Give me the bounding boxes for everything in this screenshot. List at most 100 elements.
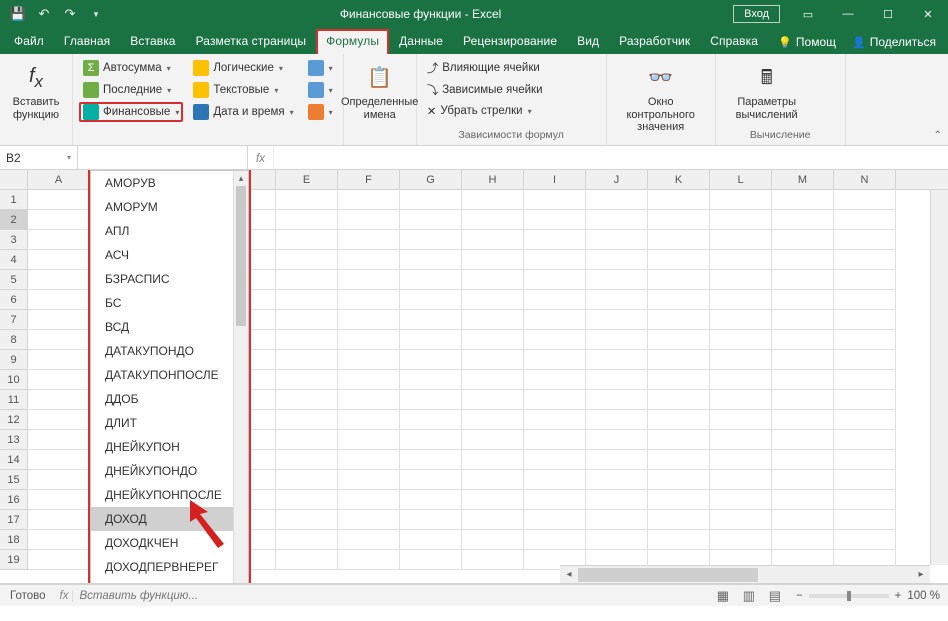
cell[interactable]	[586, 530, 648, 550]
cell[interactable]	[586, 470, 648, 490]
cell[interactable]	[400, 510, 462, 530]
row-header[interactable]: 19	[0, 550, 28, 570]
cell[interactable]	[338, 230, 400, 250]
cell[interactable]	[710, 510, 772, 530]
cell[interactable]	[462, 410, 524, 430]
cell[interactable]	[28, 210, 90, 230]
save-icon[interactable]: 💾	[6, 2, 30, 26]
dropdown-item[interactable]: АМОРУМ	[91, 195, 248, 219]
cell[interactable]	[276, 330, 338, 350]
cell[interactable]	[276, 430, 338, 450]
cell[interactable]	[772, 510, 834, 530]
cell[interactable]	[338, 450, 400, 470]
cell[interactable]	[28, 230, 90, 250]
dropdown-item[interactable]: БЗРАСПИС	[91, 267, 248, 291]
recent-button[interactable]: Последние▾	[79, 80, 183, 100]
cell[interactable]	[710, 270, 772, 290]
cell[interactable]	[586, 310, 648, 330]
cell[interactable]	[524, 470, 586, 490]
cell[interactable]	[772, 530, 834, 550]
cell[interactable]	[648, 370, 710, 390]
cell[interactable]	[524, 230, 586, 250]
cell[interactable]	[276, 390, 338, 410]
row-header[interactable]: 2	[0, 210, 28, 230]
row-header[interactable]: 15	[0, 470, 28, 490]
cell[interactable]	[524, 210, 586, 230]
dropdown-item[interactable]: ДЛИТ	[91, 411, 248, 435]
cell[interactable]	[524, 410, 586, 430]
cell[interactable]	[524, 390, 586, 410]
cell[interactable]	[276, 530, 338, 550]
cell[interactable]	[648, 190, 710, 210]
cell[interactable]	[400, 270, 462, 290]
cell[interactable]	[462, 310, 524, 330]
scroll-up-icon[interactable]: ▴	[234, 171, 248, 186]
dropdown-item[interactable]: ДАТАКУПОНПОСЛЕ	[91, 363, 248, 387]
cell[interactable]	[338, 210, 400, 230]
cell[interactable]	[28, 290, 90, 310]
cell[interactable]	[648, 410, 710, 430]
cell[interactable]	[586, 230, 648, 250]
sign-in-button[interactable]: Вход	[733, 5, 780, 23]
view-page-layout-icon[interactable]: ▥	[736, 588, 762, 604]
hscroll-thumb[interactable]	[578, 568, 758, 582]
defined-names-button[interactable]: 📋 Определенные имена	[350, 58, 410, 125]
row-header[interactable]: 17	[0, 510, 28, 530]
cell[interactable]	[834, 350, 896, 370]
cell[interactable]	[524, 290, 586, 310]
cell[interactable]	[462, 550, 524, 570]
cell[interactable]	[524, 510, 586, 530]
cell[interactable]	[710, 430, 772, 450]
cell[interactable]	[28, 490, 90, 510]
cell[interactable]	[400, 470, 462, 490]
cell[interactable]	[834, 250, 896, 270]
dropdown-item[interactable]: АПЛ	[91, 219, 248, 243]
cell[interactable]	[400, 490, 462, 510]
tab-formulas[interactable]: Формулы	[316, 29, 389, 54]
dropdown-item[interactable]: ВСД	[91, 315, 248, 339]
autosum-button[interactable]: ΣАвтосумма▾	[79, 58, 183, 78]
tell-me-button[interactable]: 💡Помощ	[770, 30, 844, 54]
cell[interactable]	[338, 290, 400, 310]
col-header[interactable]: L	[710, 170, 772, 189]
cell[interactable]	[276, 230, 338, 250]
cell[interactable]	[524, 250, 586, 270]
cell[interactable]	[400, 290, 462, 310]
cell[interactable]	[834, 410, 896, 430]
cell[interactable]	[772, 490, 834, 510]
cell[interactable]	[772, 430, 834, 450]
row-header[interactable]: 5	[0, 270, 28, 290]
cell[interactable]	[586, 250, 648, 270]
cell[interactable]	[28, 310, 90, 330]
col-header[interactable]: F	[338, 170, 400, 189]
cell[interactable]	[772, 390, 834, 410]
cell[interactable]	[710, 390, 772, 410]
cell[interactable]	[400, 370, 462, 390]
cell[interactable]	[834, 490, 896, 510]
cell[interactable]	[276, 450, 338, 470]
cell[interactable]	[462, 470, 524, 490]
tab-review[interactable]: Рецензирование	[453, 29, 567, 54]
share-button[interactable]: 👤Поделиться	[844, 30, 944, 54]
dropdown-item[interactable]: ДОХОД	[91, 507, 248, 531]
cell[interactable]	[710, 530, 772, 550]
cell[interactable]	[338, 490, 400, 510]
cell[interactable]	[276, 370, 338, 390]
row-header[interactable]: 8	[0, 330, 28, 350]
cell[interactable]	[28, 370, 90, 390]
row-header[interactable]: 4	[0, 250, 28, 270]
cell[interactable]	[28, 250, 90, 270]
cell[interactable]	[462, 450, 524, 470]
cell[interactable]	[276, 250, 338, 270]
lookup-button[interactable]: ▾	[304, 58, 337, 78]
cell[interactable]	[834, 210, 896, 230]
cell[interactable]	[648, 310, 710, 330]
cell[interactable]	[586, 290, 648, 310]
zoom-level[interactable]: 100 %	[907, 590, 940, 602]
cell[interactable]	[586, 350, 648, 370]
cell[interactable]	[648, 230, 710, 250]
tab-developer[interactable]: Разработчик	[609, 29, 700, 54]
cell[interactable]	[338, 390, 400, 410]
zoom-out-icon[interactable]: −	[796, 590, 803, 602]
cell[interactable]	[462, 510, 524, 530]
